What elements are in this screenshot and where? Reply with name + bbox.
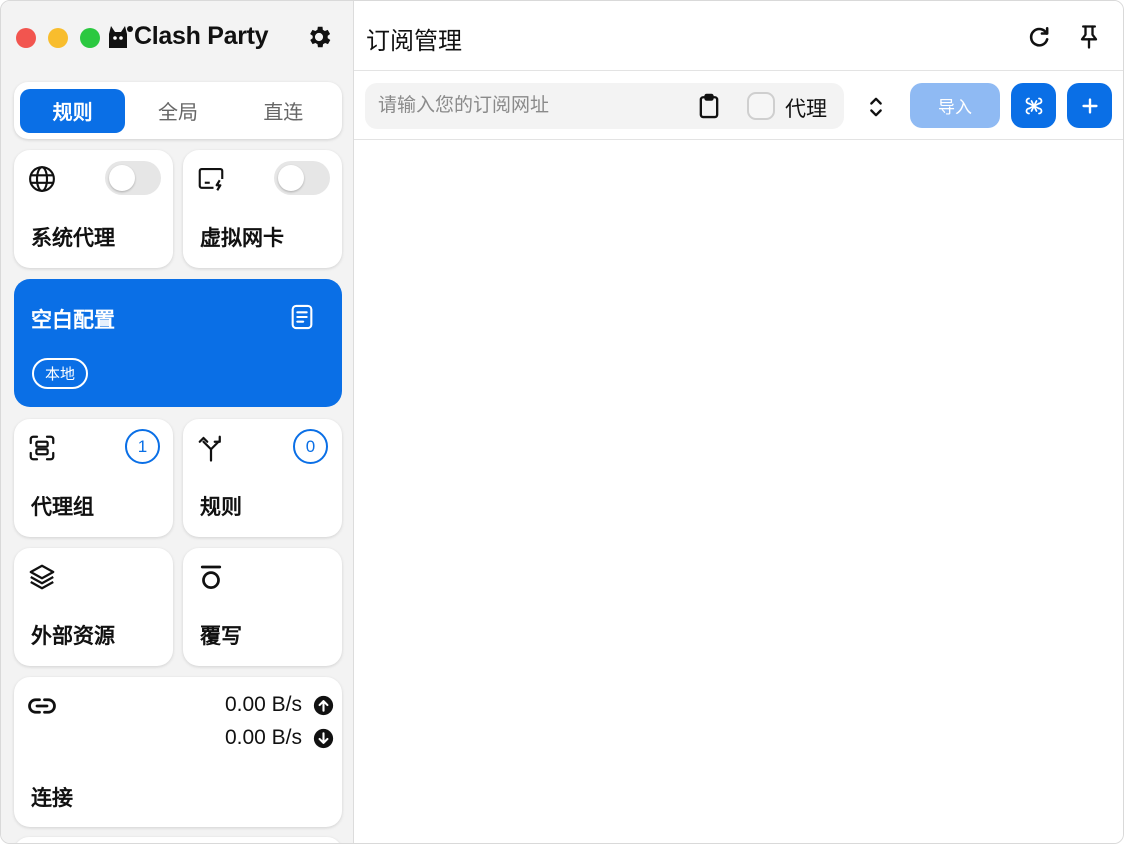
mode-tabs: 规则 全局 直连 [14,82,342,139]
refresh-icon[interactable] [1025,23,1053,51]
subscriptions-panel: 订阅管理 代理 导入 [354,1,1123,843]
document-icon[interactable] [288,303,316,331]
toolbar-divider [354,139,1123,140]
upload-speed: 0.00 B/s [224,693,302,716]
toggle-knob [109,165,135,191]
app-title: Clash Party [134,21,269,50]
brand: Clash Party [105,19,269,53]
import-button[interactable]: 导入 [910,83,1000,128]
proxy-groups-count-badge: 1 [125,429,160,464]
plus-icon [1081,97,1098,114]
override-label: 覆写 [200,625,242,648]
fork-icon [198,435,221,462]
external-resources-label: 外部资源 [31,625,115,648]
subscription-store-button[interactable] [1011,83,1056,128]
tun-label: 虚拟网卡 [200,227,284,250]
profile-type-badge: 本地 [32,358,89,389]
maximize-window-button[interactable] [80,28,100,48]
override-card[interactable]: 覆写 [183,548,342,666]
cat-logo-icon [109,26,133,48]
proxy-groups-label: 代理组 [31,496,94,519]
scan-icon [29,435,55,461]
active-profile-card[interactable]: 空白配置 本地 [14,279,342,407]
download-speed: 0.00 B/s [224,726,302,749]
use-proxy-label: 代理 [785,98,827,121]
connections-label: 连接 [31,787,73,810]
pin-icon[interactable] [1075,23,1103,51]
screen-bolt-icon [198,167,224,191]
app-window: Clash Party 规则 全局 直连 系统代理 虚拟网卡 空白配置 本地 1… [0,0,1124,844]
use-proxy-checkbox[interactable] [747,92,775,120]
page-title: 订阅管理 [366,28,462,55]
sidebar: Clash Party 规则 全局 直连 系统代理 虚拟网卡 空白配置 本地 1… [1,1,354,843]
close-window-button[interactable] [16,28,36,48]
system-proxy-toggle[interactable] [105,161,161,195]
layers-icon [29,564,55,590]
system-proxy-card[interactable]: 系统代理 [14,150,173,268]
tab-global-mode[interactable]: 全局 [125,89,230,133]
knot-icon [1025,97,1042,114]
minimize-window-button[interactable] [48,28,68,48]
tun-toggle[interactable] [274,161,330,195]
tab-rule-mode[interactable]: 规则 [20,88,126,133]
system-proxy-label: 系统代理 [31,227,115,250]
rules-label: 规则 [200,496,242,519]
link-icon [28,698,56,714]
upload-arrow-icon [313,695,334,716]
connections-card[interactable]: 0.00 B/s 0.00 B/s 连接 [14,677,342,827]
toggle-knob [278,165,304,191]
header-divider [354,70,1123,71]
proxy-groups-card[interactable]: 1 代理组 [14,419,173,537]
tun-card[interactable]: 虚拟网卡 [183,150,342,268]
override-icon [200,565,222,589]
add-subscription-button[interactable] [1067,83,1112,128]
download-arrow-icon [313,728,334,749]
profile-name: 空白配置 [31,309,115,332]
subscription-url-box: 代理 [365,83,844,129]
sort-chevrons-icon[interactable] [862,93,890,121]
subscription-url-input[interactable] [365,83,685,129]
tab-direct-mode[interactable]: 直连 [231,89,336,133]
settings-gear-icon[interactable] [305,23,333,51]
next-card-partial[interactable] [14,837,342,843]
rules-card[interactable]: 0 规则 [183,419,342,537]
external-resources-card[interactable]: 外部资源 [14,548,173,666]
globe-icon [29,166,55,192]
rules-count-badge: 0 [293,429,328,464]
clipboard-paste-icon[interactable] [695,92,723,120]
